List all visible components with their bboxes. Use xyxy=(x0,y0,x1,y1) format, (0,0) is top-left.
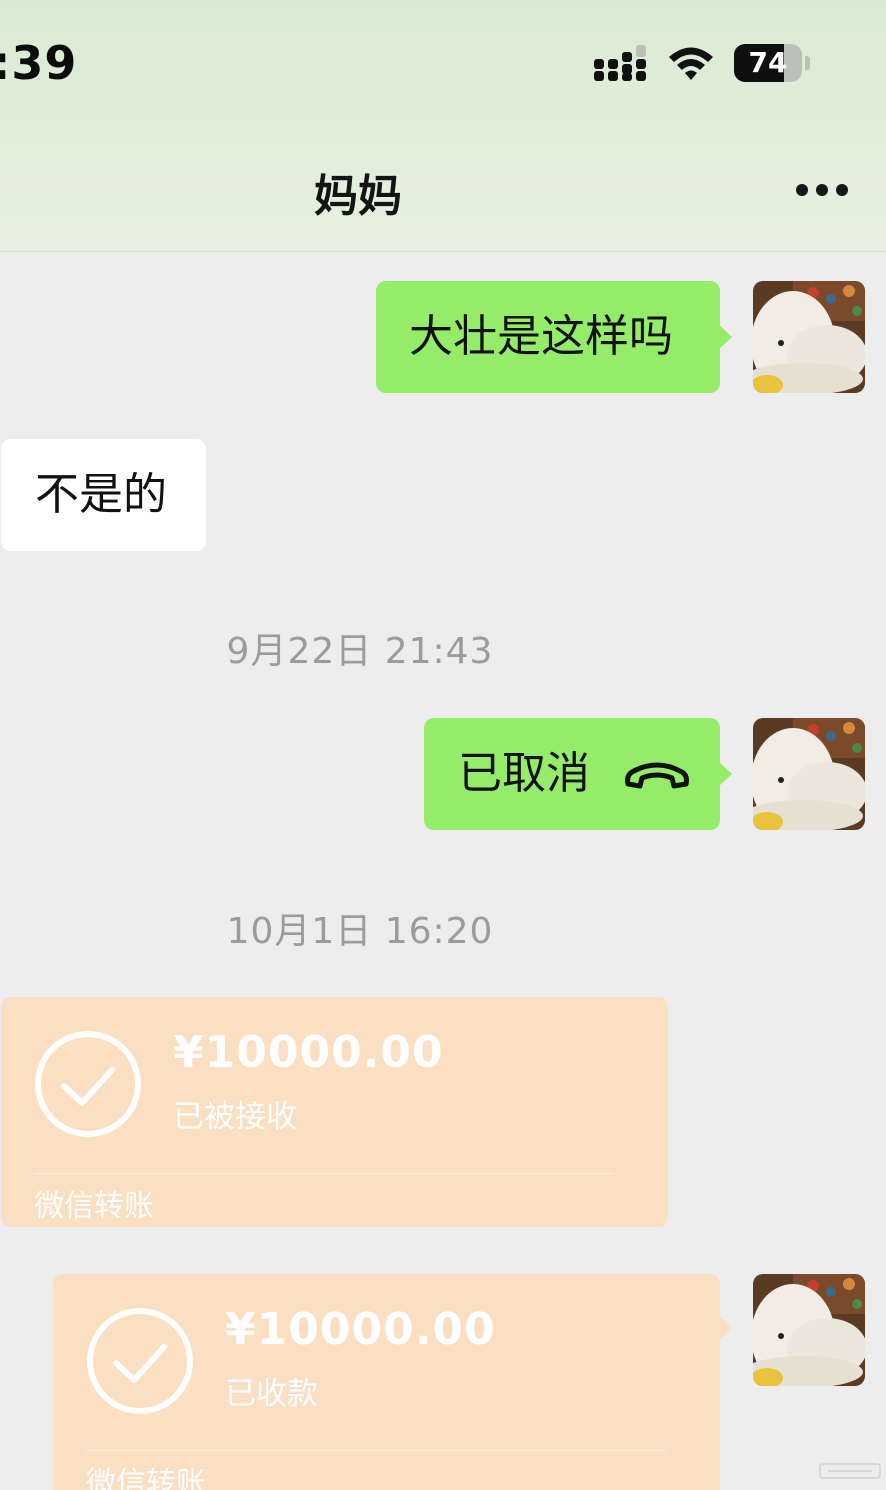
cellular-signal-icon xyxy=(594,45,646,81)
message-text: 大壮是这样吗 xyxy=(409,311,673,362)
ellipsis-icon[interactable] xyxy=(794,182,850,200)
transfer-amount: ¥10000.00 xyxy=(173,1027,444,1078)
avatar[interactable] xyxy=(753,281,865,393)
chat-title: 妈妈 xyxy=(314,171,402,222)
divider xyxy=(34,1173,614,1174)
avatar-image xyxy=(753,281,865,393)
avatar-image xyxy=(753,718,865,830)
avatar[interactable] xyxy=(753,718,865,830)
phone-hangup-icon xyxy=(625,762,689,789)
call-record-bubble[interactable]: 已取消 xyxy=(424,718,732,830)
transfer-card-sent[interactable]: ¥10000.00 已收款 微信转账 xyxy=(53,1274,732,1490)
message-bubble-received[interactable]: 不是的 xyxy=(1,439,206,551)
transfer-brand: 微信转账 xyxy=(86,1466,206,1490)
wifi-icon xyxy=(669,47,713,80)
battery-body: 74 xyxy=(734,44,802,82)
message-text: 不是的 xyxy=(35,469,167,520)
battery-indicator: 74 xyxy=(734,44,810,82)
check-circle-icon xyxy=(87,1308,193,1414)
watermark-icon xyxy=(819,1463,881,1479)
transfer-amount: ¥10000.00 xyxy=(225,1304,496,1355)
transfer-status: 已被接收 xyxy=(173,1099,297,1135)
transfer-brand: 微信转账 xyxy=(34,1189,154,1224)
call-status-text: 已取消 xyxy=(458,748,590,799)
avatar[interactable] xyxy=(753,1274,865,1386)
divider xyxy=(86,1450,666,1451)
transfer-card-received[interactable]: ¥10000.00 已被接收 微信转账 xyxy=(1,997,668,1227)
avatar-image xyxy=(753,1274,865,1386)
battery-cap xyxy=(805,56,810,70)
check-circle-icon xyxy=(35,1031,141,1137)
transfer-status: 已收款 xyxy=(225,1376,318,1412)
status-time: :39 xyxy=(0,36,78,90)
timestamp: 9月22日 21:43 xyxy=(226,631,494,672)
battery-percent: 74 xyxy=(748,46,788,79)
timestamp: 10月1日 16:20 xyxy=(226,911,494,952)
message-bubble-sent[interactable]: 大壮是这样吗 xyxy=(376,281,732,393)
chat-header: :39 74 妈妈 xyxy=(0,0,886,252)
